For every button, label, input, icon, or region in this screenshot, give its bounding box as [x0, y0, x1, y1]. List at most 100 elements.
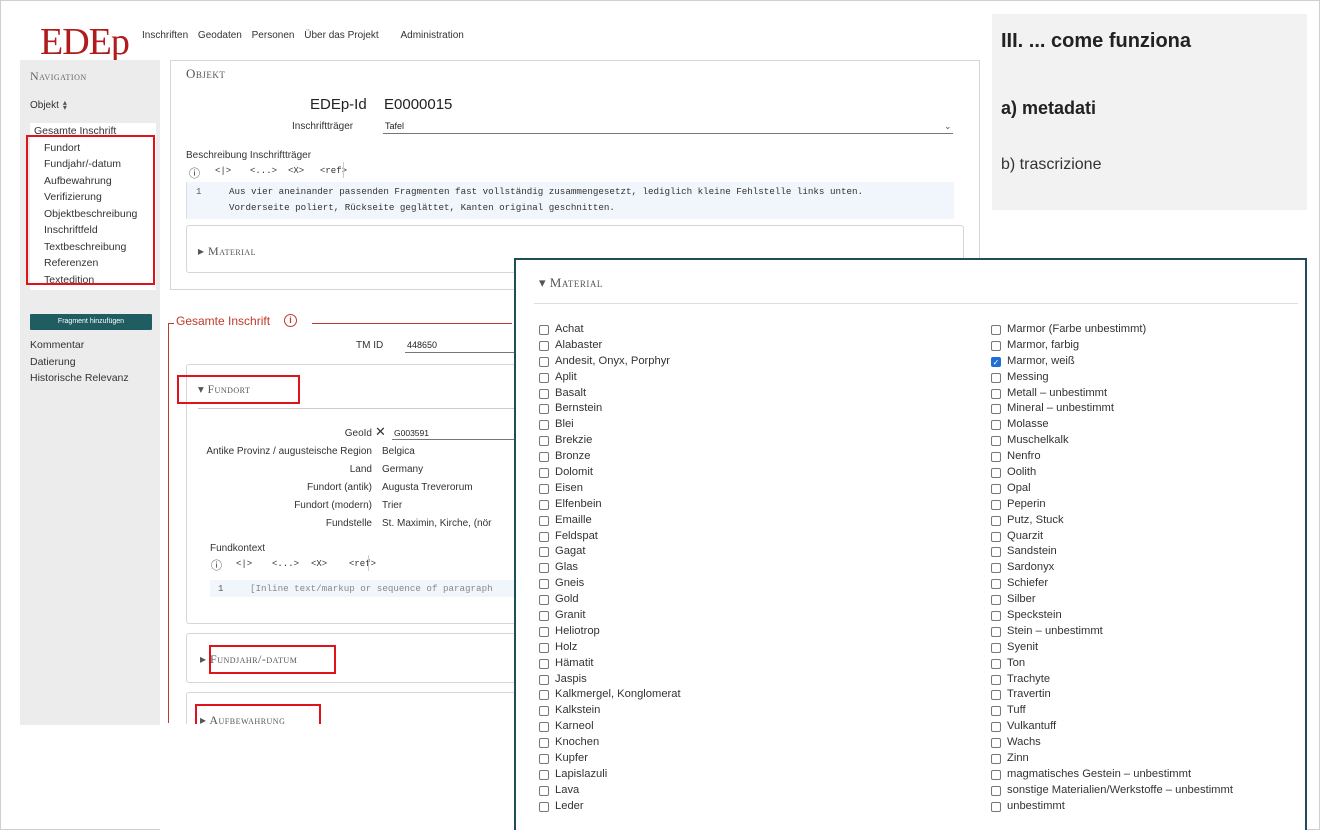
material-option[interactable]: Gold [539, 592, 681, 608]
checkbox[interactable] [991, 436, 1001, 447]
checkbox[interactable] [539, 658, 549, 669]
checkbox[interactable] [991, 388, 1001, 399]
material-option[interactable]: Lava [539, 783, 681, 799]
checkbox[interactable] [991, 579, 1001, 590]
material-option[interactable]: Brekzie [539, 433, 681, 449]
checkbox[interactable] [991, 722, 1001, 733]
material-option[interactable]: ✓ Marmor, weiß [991, 354, 1233, 370]
material-option[interactable]: Andesit, Onyx, Porphyr [539, 354, 681, 370]
material-option[interactable]: Speckstein [991, 608, 1233, 624]
checkbox[interactable] [539, 738, 549, 749]
checkbox[interactable] [991, 372, 1001, 383]
checkbox[interactable] [991, 690, 1001, 701]
checkbox[interactable] [539, 404, 549, 415]
checkbox[interactable] [991, 753, 1001, 764]
material-option[interactable]: Achat [539, 322, 681, 338]
checkbox[interactable] [539, 356, 549, 367]
chevron-down-icon[interactable]: ⌄ [944, 121, 952, 132]
checkbox[interactable] [991, 610, 1001, 621]
checkbox[interactable] [991, 801, 1001, 812]
toolbar-ref-button[interactable]: <ref> [349, 559, 376, 569]
material-option[interactable]: Alabaster [539, 338, 681, 354]
sidebar-item-datierung[interactable]: Datierung [30, 354, 129, 371]
checkbox[interactable] [991, 467, 1001, 478]
checkbox[interactable] [991, 452, 1001, 463]
material-option[interactable]: Holz [539, 640, 681, 656]
material-option[interactable]: Stein – unbestimmt [991, 624, 1233, 640]
checkbox[interactable] [539, 483, 549, 494]
toolbar-pipe-button[interactable]: <|> [236, 559, 252, 569]
checkbox[interactable] [991, 769, 1001, 780]
checkbox[interactable] [991, 515, 1001, 526]
checkbox[interactable] [539, 785, 549, 796]
sidebar-item-historische-relevanz[interactable]: Historische Relevanz [30, 370, 129, 387]
material-option[interactable]: Ton [991, 656, 1233, 672]
checkbox[interactable] [539, 372, 549, 383]
checkbox[interactable] [991, 420, 1001, 431]
material-option[interactable]: Molasse [991, 417, 1233, 433]
checkbox[interactable] [539, 452, 549, 463]
material-option[interactable]: Tuff [991, 703, 1233, 719]
fragment-hinzufuegen-button[interactable]: Fragment hinzufügen [30, 314, 152, 330]
material-option[interactable]: Quarzit [991, 529, 1233, 545]
checkbox[interactable] [539, 722, 549, 733]
material-option[interactable]: unbestimmt [991, 799, 1233, 815]
material-option[interactable]: Heliotrop [539, 624, 681, 640]
material-option[interactable]: Marmor (Farbe unbestimmt) [991, 322, 1233, 338]
material-expanded-toggle[interactable]: ▾ Material [539, 275, 603, 291]
material-option[interactable]: Opal [991, 481, 1233, 497]
material-option[interactable]: Knochen [539, 735, 681, 751]
material-option[interactable]: Gagat [539, 544, 681, 560]
material-option[interactable]: sonstige Materialien/Werkstoffe – unbest… [991, 783, 1233, 799]
material-option[interactable]: Syenit [991, 640, 1233, 656]
checkbox[interactable] [991, 531, 1001, 542]
checkbox[interactable] [991, 340, 1001, 351]
toolbar-ellipsis-button[interactable]: <...> [250, 166, 277, 176]
checkbox[interactable] [539, 388, 549, 399]
checkbox[interactable] [539, 690, 549, 701]
nav-geodaten[interactable]: Geodaten [198, 30, 242, 41]
checkbox[interactable] [991, 706, 1001, 717]
checkbox[interactable] [991, 547, 1001, 558]
checkbox[interactable] [539, 420, 549, 431]
material-option[interactable]: Lapislazuli [539, 767, 681, 783]
checkbox[interactable] [539, 340, 549, 351]
material-option[interactable]: Wachs [991, 735, 1233, 751]
checkbox[interactable] [539, 547, 549, 558]
material-option[interactable]: Dolomit [539, 465, 681, 481]
material-option[interactable]: Mineral – unbestimmt [991, 401, 1233, 417]
checkbox[interactable] [991, 674, 1001, 685]
info-icon[interactable]: ⓘ [189, 165, 200, 181]
checkbox[interactable] [539, 642, 549, 653]
checkbox[interactable] [991, 658, 1001, 669]
clear-x-icon[interactable]: ✕ [375, 424, 386, 440]
material-option[interactable]: Eisen [539, 481, 681, 497]
material-option[interactable]: Emaille [539, 513, 681, 529]
sidebar-item-kommentar[interactable]: Kommentar [30, 337, 129, 354]
checkbox[interactable] [539, 515, 549, 526]
material-option[interactable]: Blei [539, 417, 681, 433]
checkbox[interactable] [991, 626, 1001, 637]
material-option[interactable]: Vulkantuff [991, 719, 1233, 735]
material-option[interactable]: Glas [539, 560, 681, 576]
checkbox[interactable] [991, 499, 1001, 510]
checkbox[interactable] [539, 769, 549, 780]
edep-logo[interactable]: EDEp [40, 20, 130, 64]
material-option[interactable]: Gneis [539, 576, 681, 592]
toolbar-pipe-button[interactable]: <|> [215, 166, 231, 176]
checkbox[interactable] [991, 483, 1001, 494]
toolbar-x-button[interactable]: <X> [311, 559, 327, 569]
checkbox-checked[interactable]: ✓ [991, 356, 1001, 367]
material-option[interactable]: Basalt [539, 386, 681, 402]
material-option[interactable]: Messing [991, 370, 1233, 386]
material-option[interactable]: Peperin [991, 497, 1233, 513]
checkbox[interactable] [991, 642, 1001, 653]
checkbox[interactable] [991, 595, 1001, 606]
material-option[interactable]: Putz, Stuck [991, 513, 1233, 529]
material-option[interactable]: Sandstein [991, 544, 1233, 560]
material-option[interactable]: Granit [539, 608, 681, 624]
checkbox[interactable] [539, 531, 549, 542]
sidebar-select[interactable]: Objekt ▴ ▾ [30, 99, 67, 112]
checkbox[interactable] [539, 706, 549, 717]
checkbox[interactable] [539, 753, 549, 764]
